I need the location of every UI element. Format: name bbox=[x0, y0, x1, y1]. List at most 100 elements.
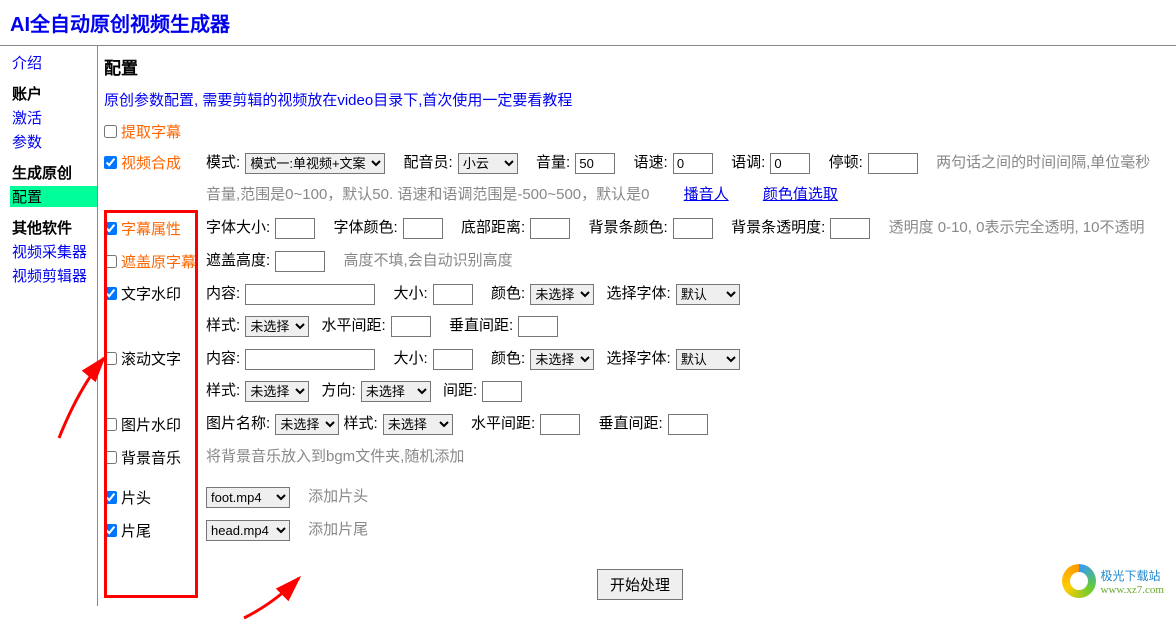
input-speed[interactable] bbox=[673, 153, 713, 174]
input-iwm-vgap[interactable] bbox=[668, 414, 708, 435]
input-scroll-content[interactable] bbox=[245, 349, 375, 370]
hint-pause: 两句话之间的时间间隔,单位毫秒 bbox=[936, 154, 1150, 171]
label-cover-subtitle: 遮盖原字幕 bbox=[121, 251, 196, 272]
label-font-size: 字体大小: bbox=[206, 219, 270, 236]
checkbox-text-watermark[interactable] bbox=[104, 287, 117, 300]
checkbox-subtitle-attr[interactable] bbox=[104, 222, 117, 235]
label-image-watermark: 图片水印 bbox=[121, 414, 181, 435]
select-foot-clip[interactable]: head.mp4 bbox=[206, 520, 290, 541]
input-twm-size[interactable] bbox=[433, 284, 473, 305]
label-bottom-dist: 底部距离: bbox=[461, 219, 525, 236]
input-cover-height[interactable] bbox=[275, 251, 325, 272]
input-volume[interactable] bbox=[575, 153, 615, 174]
label-twm-content: 内容: bbox=[206, 285, 240, 302]
input-bg-color[interactable] bbox=[673, 218, 713, 239]
select-iwm-style[interactable]: 未选择 bbox=[383, 414, 453, 435]
input-bottom-dist[interactable] bbox=[530, 218, 570, 239]
start-process-button[interactable]: 开始处理 bbox=[597, 569, 683, 600]
config-description: 原创参数配置, 需要剪辑的视频放在video目录下,首次使用一定要看教程 bbox=[104, 89, 1176, 110]
select-mode[interactable]: 模式一:单视频+文案 bbox=[245, 153, 385, 174]
select-scroll-dir[interactable]: 未选择 bbox=[361, 381, 431, 402]
checkbox-video-synth[interactable] bbox=[104, 156, 117, 169]
link-broadcaster[interactable]: 播音人 bbox=[684, 186, 729, 203]
label-twm-color: 颜色: bbox=[491, 285, 525, 302]
select-iwm-name[interactable]: 未选择 bbox=[275, 414, 339, 435]
sidebar-section-generate: 生成原创 bbox=[12, 162, 97, 183]
label-foot-clip: 片尾 bbox=[121, 520, 151, 541]
select-twm-font[interactable]: 默认 bbox=[676, 284, 740, 305]
input-iwm-hgap[interactable] bbox=[540, 414, 580, 435]
row-extract-subtitle: 提取字幕 bbox=[104, 118, 1176, 144]
label-text-watermark: 文字水印 bbox=[121, 283, 181, 304]
label-scroll-gap: 间距: bbox=[443, 382, 477, 399]
label-head-clip: 片头 bbox=[121, 487, 151, 508]
sidebar-section-other: 其他软件 bbox=[12, 217, 97, 238]
label-mode: 模式: bbox=[206, 154, 240, 171]
page-title: 配置 bbox=[104, 54, 1176, 79]
select-scroll-color[interactable]: 未选择 bbox=[530, 349, 594, 370]
hint-synth-range: 音量,范围是0~100，默认50. 语速和语调范围是-500~500，默认是0 bbox=[206, 186, 649, 203]
select-scroll-style[interactable]: 未选择 bbox=[245, 381, 309, 402]
input-bg-opacity[interactable] bbox=[830, 218, 870, 239]
row-bgm: 背景音乐 将背景音乐放入到bgm文件夹,随机添加 bbox=[104, 443, 1176, 471]
row-video-synth: 视频合成 模式: 模式一:单视频+文案 配音员: 小云 音量: 语速: 语调: bbox=[104, 149, 1176, 209]
label-iwm-vgap: 垂直间距: bbox=[599, 415, 663, 432]
row-scroll-text: 滚动文字 内容: 大小: 颜色: 未选择 选择字体: 默认 样式: bbox=[104, 345, 1176, 405]
input-twm-hgap[interactable] bbox=[391, 316, 431, 337]
label-scroll-text: 滚动文字 bbox=[121, 348, 181, 369]
checkbox-head-clip[interactable] bbox=[104, 491, 117, 504]
label-scroll-size: 大小: bbox=[394, 350, 428, 367]
logo-icon bbox=[1062, 564, 1096, 598]
checkbox-bgm[interactable] bbox=[104, 451, 117, 464]
checkbox-foot-clip[interactable] bbox=[104, 524, 117, 537]
main-content: 配置 原创参数配置, 需要剪辑的视频放在video目录下,首次使用一定要看教程 … bbox=[98, 46, 1176, 606]
sidebar-item-params[interactable]: 参数 bbox=[12, 131, 97, 152]
app-title: AI全自动原创视频生成器 bbox=[0, 0, 1176, 45]
label-subtitle-attr: 字幕属性 bbox=[121, 218, 181, 239]
hint-foot-clip: 添加片尾 bbox=[308, 521, 368, 538]
label-twm-hgap: 水平间距: bbox=[322, 317, 386, 334]
input-scroll-size[interactable] bbox=[433, 349, 473, 370]
input-twm-content[interactable] bbox=[245, 284, 375, 305]
select-head-clip[interactable]: foot.mp4 bbox=[206, 487, 290, 508]
sidebar-item-activate[interactable]: 激活 bbox=[12, 107, 97, 128]
label-twm-vgap: 垂直间距: bbox=[449, 317, 513, 334]
sidebar-item-intro[interactable]: 介绍 bbox=[12, 52, 97, 73]
input-scroll-gap[interactable] bbox=[482, 381, 522, 402]
sidebar-item-editor[interactable]: 视频剪辑器 bbox=[12, 265, 97, 286]
hint-bgm: 将背景音乐放入到bgm文件夹,随机添加 bbox=[206, 448, 464, 465]
row-head-clip: 片头 foot.mp4 添加片头 bbox=[104, 483, 1176, 511]
sidebar-item-config[interactable]: 配置 bbox=[10, 186, 97, 207]
row-subtitle-attr: 字幕属性 字体大小: 字体颜色: 底部距离: 背景条颜色: 背景条透明度: 透明… bbox=[104, 214, 1176, 242]
link-color-pick[interactable]: 颜色值选取 bbox=[763, 186, 838, 203]
input-font-color[interactable] bbox=[403, 218, 443, 239]
label-iwm-style: 样式: bbox=[344, 415, 378, 432]
label-extract-subtitle: 提取字幕 bbox=[121, 121, 181, 142]
checkbox-extract-subtitle[interactable] bbox=[104, 125, 117, 138]
label-bgm: 背景音乐 bbox=[121, 447, 181, 468]
select-voice[interactable]: 小云 bbox=[458, 153, 518, 174]
logo-text-cn: 极光下载站 bbox=[1101, 567, 1164, 584]
label-pause: 停顿: bbox=[829, 154, 863, 171]
input-font-size[interactable] bbox=[275, 218, 315, 239]
label-twm-font: 选择字体: bbox=[607, 285, 671, 302]
label-font-color: 字体颜色: bbox=[334, 219, 398, 236]
label-voice: 配音员: bbox=[404, 154, 453, 171]
row-foot-clip: 片尾 head.mp4 添加片尾 bbox=[104, 516, 1176, 544]
select-scroll-font[interactable]: 默认 bbox=[676, 349, 740, 370]
input-pause[interactable] bbox=[868, 153, 918, 174]
sidebar: 介绍 账户 激活 参数 生成原创 配置 其他软件 视频采集器 视频剪辑器 bbox=[0, 46, 98, 606]
label-bg-color: 背景条颜色: bbox=[589, 219, 668, 236]
select-twm-color[interactable]: 未选择 bbox=[530, 284, 594, 305]
checkbox-image-watermark[interactable] bbox=[104, 418, 117, 431]
label-cover-height: 遮盖高度: bbox=[206, 252, 270, 269]
checkbox-cover-subtitle[interactable] bbox=[104, 255, 117, 268]
select-twm-style[interactable]: 未选择 bbox=[245, 316, 309, 337]
input-tone[interactable] bbox=[770, 153, 810, 174]
checkbox-scroll-text[interactable] bbox=[104, 352, 117, 365]
input-twm-vgap[interactable] bbox=[518, 316, 558, 337]
row-text-watermark: 文字水印 内容: 大小: 颜色: 未选择 选择字体: 默认 样式: bbox=[104, 280, 1176, 340]
label-video-synth: 视频合成 bbox=[121, 152, 181, 173]
sidebar-item-collector[interactable]: 视频采集器 bbox=[12, 241, 97, 262]
label-twm-style: 样式: bbox=[206, 317, 240, 334]
